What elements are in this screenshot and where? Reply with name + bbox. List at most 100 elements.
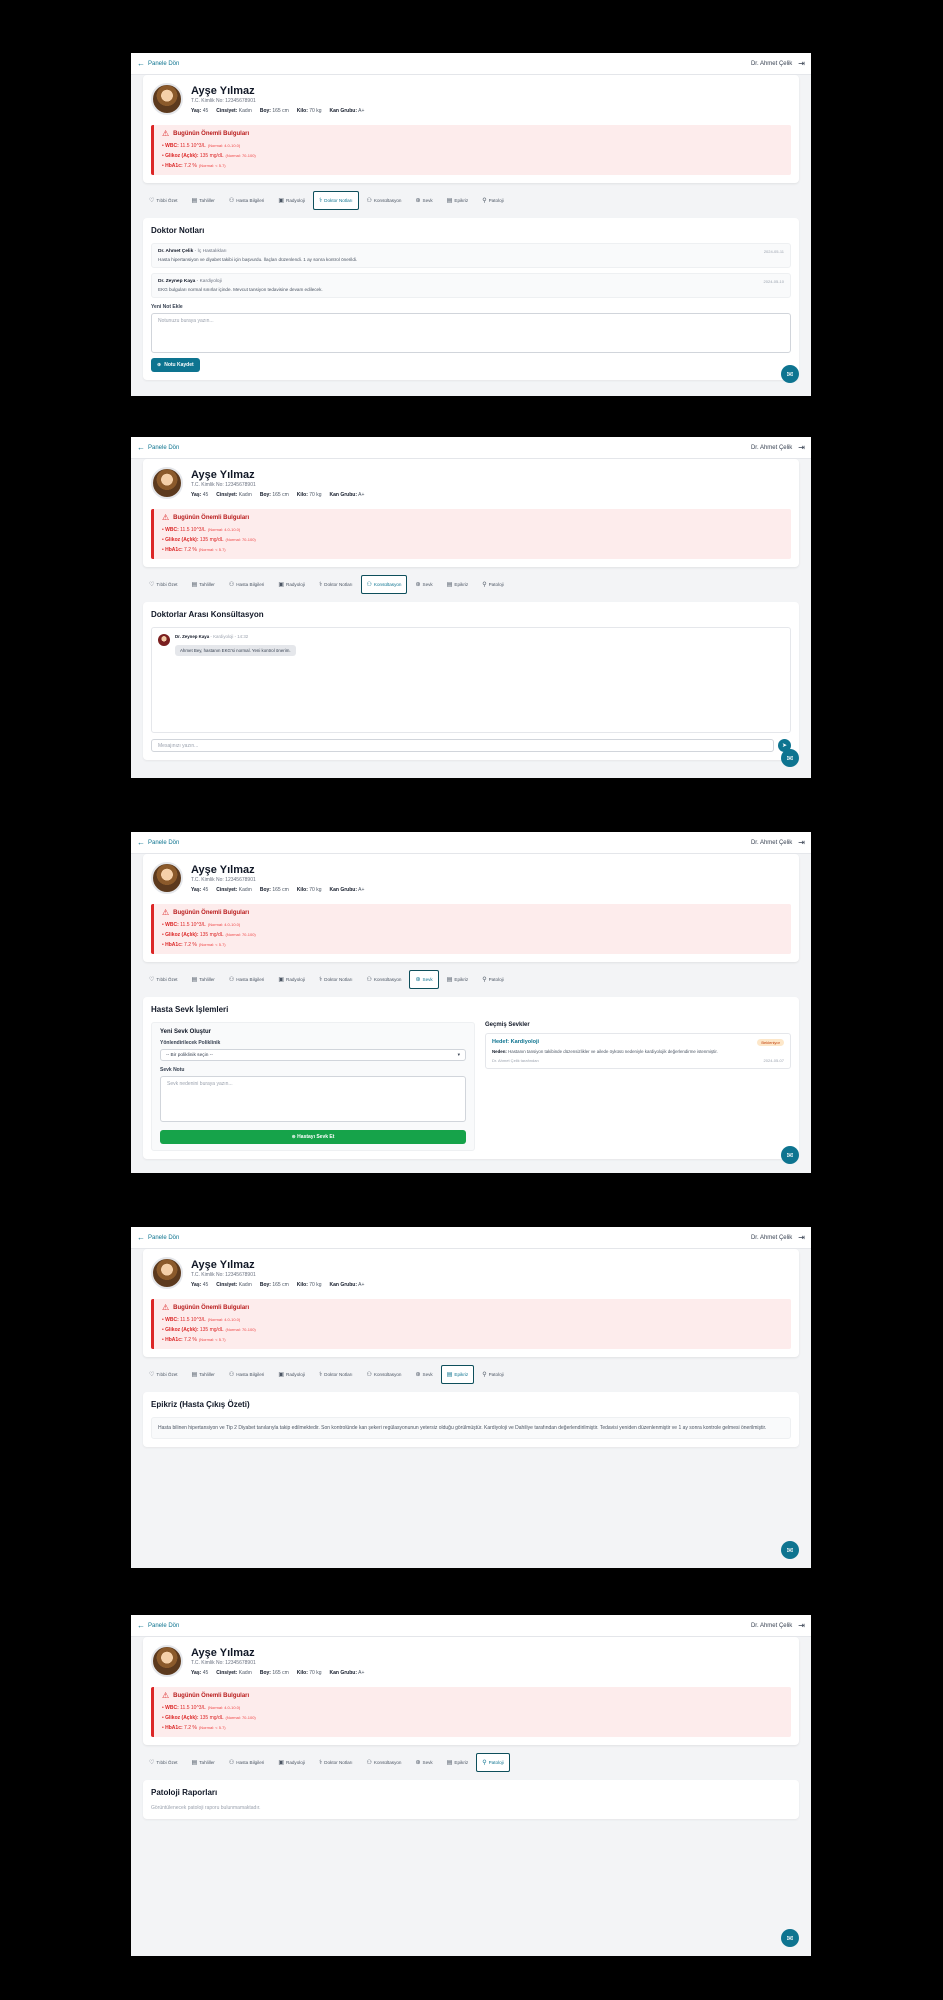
tab-radiology[interactable]: ▣ Radyoloji bbox=[272, 191, 311, 210]
back-link[interactable]: ← Panele Dön bbox=[137, 1621, 179, 1630]
tab-epicrisis[interactable]: ▤ Epikriz bbox=[441, 1753, 474, 1772]
tab-summary[interactable]: ♡ Tıbbi Özet bbox=[143, 1753, 184, 1772]
back-link[interactable]: ← Panele Dön bbox=[137, 838, 179, 847]
submit-referral-button[interactable]: ⊕ Hastayı Sevk Et bbox=[160, 1130, 466, 1144]
tab-patient-info[interactable]: ⚇ Hasta Bilgileri bbox=[223, 1365, 270, 1384]
stethoscope-icon: ⚕ bbox=[318, 582, 323, 588]
plus-circle-icon: ⊕ bbox=[291, 1134, 296, 1140]
chat-fab-icon[interactable]: ✉ bbox=[781, 365, 799, 383]
patient-name: Ayşe Yılmaz bbox=[191, 863, 255, 876]
tab-consultation[interactable]: ⚇ Konsültasyon bbox=[361, 970, 408, 989]
tab-pathology[interactable]: ⚲ Patoloji bbox=[476, 1365, 509, 1384]
back-link[interactable]: ← Panele Dön bbox=[137, 443, 179, 452]
tab-radiology[interactable]: ▣ Radyoloji bbox=[272, 1365, 311, 1384]
users-icon: ⚇ bbox=[366, 582, 372, 588]
tab-consultation[interactable]: ⚇ Konsültasyon bbox=[361, 1753, 408, 1772]
user-name: Dr. Ahmet Çelik bbox=[750, 1234, 793, 1241]
back-link[interactable]: ← Panele Dön bbox=[137, 1233, 179, 1242]
tab-consultation[interactable]: ⚇ Konsültasyon bbox=[360, 575, 408, 594]
notes-panel: Doktor Notları Dr. Ahmet Çelik - İç Hast… bbox=[143, 218, 799, 380]
tab-epicrisis[interactable]: ▤ Epikriz bbox=[441, 970, 474, 989]
microscope-icon: ⚲ bbox=[482, 977, 487, 983]
tab-epicrisis[interactable]: ▤ Epikriz bbox=[441, 191, 474, 210]
patient-card: Ayşe Yılmaz T.C. Kimlik No: 12345678901 … bbox=[143, 459, 799, 567]
past-referrals: Geçmiş Sevkler Hedef: Kardiyoloji Beklen… bbox=[485, 1022, 791, 1151]
message-bubble: Ahmet Bey, hastanın EKG'si normal. Yeni … bbox=[175, 645, 296, 656]
patient-stats: Yaş: 45 Cinsiyet: Kadın Boy: 165 cm Kilo… bbox=[191, 491, 365, 498]
tab-referral[interactable]: ⊛ Sevk bbox=[409, 1753, 438, 1772]
user-icon: ⚇ bbox=[228, 582, 235, 588]
save-note-button[interactable]: ⊕ Notu Kaydet bbox=[151, 358, 200, 372]
user-name: Dr. Ahmet Çelik bbox=[750, 839, 793, 846]
users-icon: ⚇ bbox=[366, 198, 372, 204]
file-icon: ▤ bbox=[191, 977, 198, 983]
logout-icon[interactable]: ⇥ bbox=[798, 1233, 805, 1242]
tab-doctor-notes[interactable]: ⚕ Doktor Notları bbox=[313, 575, 359, 594]
tab-pathology[interactable]: ⚲ Patoloji bbox=[476, 1753, 510, 1772]
users-icon: ⚇ bbox=[366, 977, 372, 983]
avatar bbox=[151, 467, 183, 499]
chat-fab-icon[interactable]: ✉ bbox=[781, 749, 799, 767]
note-textarea[interactable]: Notunuzu buraya yazın... bbox=[151, 313, 791, 353]
tab-summary[interactable]: ♡ Tıbbi Özet bbox=[143, 1365, 184, 1384]
heart-icon: ♡ bbox=[149, 582, 155, 588]
tab-patient-info[interactable]: ⚇ Hasta Bilgileri bbox=[223, 1753, 270, 1772]
top-bar: ← Panele Dön Dr. Ahmet Çelik ⇥ bbox=[131, 437, 811, 459]
logout-icon[interactable]: ⇥ bbox=[798, 59, 805, 68]
tab-summary[interactable]: ♡ Tıbbi Özet bbox=[143, 575, 184, 594]
logout-icon[interactable]: ⇥ bbox=[798, 1621, 805, 1630]
user-name: Dr. Ahmet Çelik bbox=[750, 1622, 793, 1629]
tab-patient-info[interactable]: ⚇ Hasta Bilgileri bbox=[223, 191, 270, 210]
tab-pathology[interactable]: ⚲ Patoloji bbox=[476, 191, 509, 210]
tab-referral[interactable]: ⊛ Sevk bbox=[409, 970, 439, 989]
tab-pathology[interactable]: ⚲ Patoloji bbox=[476, 575, 509, 594]
message-input[interactable]: Mesajınızı yazın... bbox=[151, 739, 774, 752]
tab-radiology[interactable]: ▣ Radyoloji bbox=[272, 1753, 311, 1772]
tab-consultation[interactable]: ⚇ Konsültasyon bbox=[361, 191, 408, 210]
tab-summary[interactable]: ♡ Tıbbi Özet bbox=[143, 970, 184, 989]
microscope-icon: ⚲ bbox=[482, 582, 487, 588]
back-link[interactable]: ← Panele Dön bbox=[137, 59, 179, 68]
patient-name: Ayşe Yılmaz bbox=[191, 1258, 255, 1271]
tab-referral[interactable]: ⊛ Sevk bbox=[409, 575, 438, 594]
chat-fab-icon[interactable]: ✉ bbox=[781, 1929, 799, 1947]
tab-doctor-notes[interactable]: ⚕ Doktor Notları bbox=[313, 1365, 359, 1384]
logout-icon[interactable]: ⇥ bbox=[798, 838, 805, 847]
tab-radiology[interactable]: ▣ Radyoloji bbox=[272, 575, 311, 594]
tab-epicrisis[interactable]: ▤ Epikriz bbox=[441, 575, 474, 594]
tab-labs[interactable]: ▤ Tahliller bbox=[186, 1753, 221, 1772]
patient-name: Ayşe Yılmaz bbox=[191, 1646, 255, 1659]
tab-pathology[interactable]: ⚲ Patoloji bbox=[476, 970, 509, 989]
tab-doctor-notes[interactable]: ⚕ Doktor Notları bbox=[312, 191, 359, 210]
chat-fab-icon[interactable]: ✉ bbox=[781, 1146, 799, 1164]
chat-fab-icon[interactable]: ✉ bbox=[781, 1541, 799, 1559]
tab-patient-info[interactable]: ⚇ Hasta Bilgileri bbox=[223, 575, 270, 594]
referral-textarea[interactable]: Sevk nedenini buraya yazın... bbox=[160, 1076, 466, 1122]
department-select[interactable]: -- Bir poliklinik seçin -- ▾ bbox=[160, 1049, 466, 1061]
status-badge: Bekleniyor bbox=[757, 1039, 784, 1046]
tab-epicrisis[interactable]: ▤ Epikriz bbox=[440, 1365, 475, 1384]
findings-alert: ⚠Bugünün Önemli Bulguları WBC: 11.5 10^3… bbox=[151, 1687, 791, 1737]
new-referral-form: Yeni Sevk Oluştur Yönlendirilecek Polikl… bbox=[151, 1022, 475, 1151]
tab-consultation[interactable]: ⚇ Konsültasyon bbox=[361, 1365, 408, 1384]
microscope-icon: ⚲ bbox=[482, 198, 487, 204]
screen-consultation: ← Panele Dön Dr. Ahmet Çelik ⇥ Ayşe Yılmaz… bbox=[131, 437, 811, 778]
tab-doctor-notes[interactable]: ⚕ Doktor Notları bbox=[313, 1753, 359, 1772]
tab-labs[interactable]: ▤ Tahliller bbox=[186, 970, 221, 989]
chevron-down-icon: ▾ bbox=[457, 1053, 460, 1058]
patient-name: Ayşe Yılmaz bbox=[191, 84, 255, 97]
tab-labs[interactable]: ▤ Tahliller bbox=[186, 191, 221, 210]
patient-tc: T.C. Kimlik No: 12345678901 bbox=[191, 1659, 256, 1666]
tab-summary[interactable]: ♡ Tıbbi Özet bbox=[143, 191, 184, 210]
tab-referral[interactable]: ⊛ Sevk bbox=[409, 1365, 438, 1384]
tab-referral[interactable]: ⊛ Sevk bbox=[409, 191, 438, 210]
panel-title: Epikriz (Hasta Çıkış Özeti) bbox=[151, 1400, 250, 1409]
tab-labs[interactable]: ▤ Tahliller bbox=[186, 575, 221, 594]
logout-icon[interactable]: ⇥ bbox=[798, 443, 805, 452]
tab-radiology[interactable]: ▣ Radyoloji bbox=[272, 970, 311, 989]
tab-patient-info[interactable]: ⚇ Hasta Bilgileri bbox=[223, 970, 270, 989]
tab-doctor-notes[interactable]: ⚕ Doktor Notları bbox=[313, 970, 359, 989]
tab-labs[interactable]: ▤ Tahliller bbox=[186, 1365, 221, 1384]
avatar bbox=[158, 634, 170, 646]
patient-stats: Yaş: 45 Cinsiyet: Kadın Boy: 165 cm Kilo… bbox=[191, 1281, 365, 1288]
